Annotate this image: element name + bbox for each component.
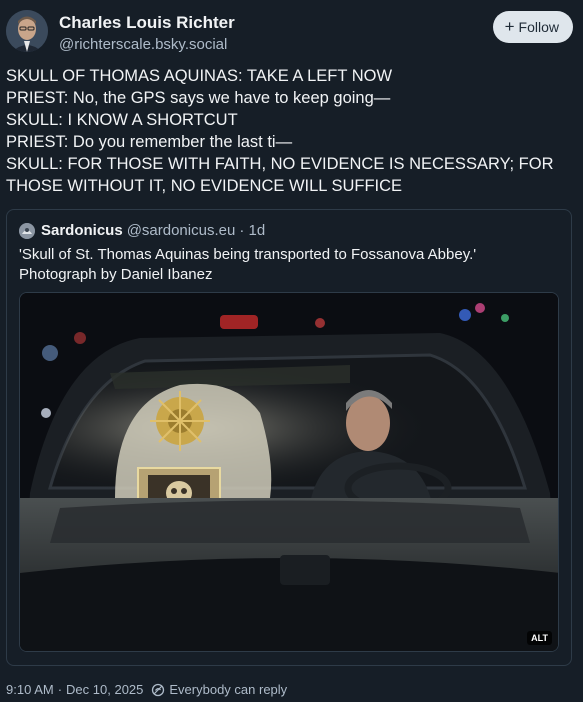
alt-text-badge[interactable]: ALT [527,631,552,645]
quoted-post-photo[interactable]: ALT [19,292,559,652]
post-line: PRIEST: Do you remember the last ti— [6,133,293,151]
author-avatar[interactable] [6,10,48,52]
post-text: SKULL OF THOMAS AQUINAS: TAKE A LEFT NOW… [6,65,573,197]
reply-setting[interactable]: Everybody can reply [169,682,287,697]
post-line: SKULL: I KNOW A SHORTCUT [6,111,238,129]
follow-button[interactable]: + Follow [492,11,573,43]
author-handle[interactable]: @richterscale.bsky.social [59,35,235,55]
follow-label: Follow [518,19,559,35]
quoted-author-name: Sardonicus [41,222,123,239]
post-time[interactable]: 9:10 AM [6,682,54,697]
post-footer: 9:10 AM · Dec 10, 2025 Everybody can rep… [6,682,287,697]
post-line: SKULL: FOR THOSE WITH FAITH, NO EVIDENCE… [6,155,554,173]
quoted-post[interactable]: Sardonicus @sardonicus.eu · 1d 'Skull of… [6,209,572,666]
footer-separator: · [57,682,63,697]
post-line: SKULL OF THOMAS AQUINAS: TAKE A LEFT NOW [6,67,393,85]
quoted-post-line: Photograph by Daniel Ibanez [19,266,213,283]
quoted-author-avatar [19,222,35,239]
plus-icon: + [504,17,515,36]
post-line: PRIEST: No, the GPS says we have to keep… [6,89,391,107]
post-header: Charles Louis Richter @richterscale.bsky… [6,10,573,54]
quoted-post-header: Sardonicus @sardonicus.eu · 1d [19,222,265,239]
author-name[interactable]: Charles Louis Richter [59,13,235,33]
quoted-post-text: 'Skull of St. Thomas Aquinas being trans… [19,245,561,285]
quoted-author-handle: @sardonicus.eu [126,222,236,239]
quoted-post-time: · 1d [239,222,266,239]
post-date[interactable]: Dec 10, 2025 [66,682,143,697]
quoted-post-line: 'Skull of St. Thomas Aquinas being trans… [19,246,477,263]
post-line: THOSE WITHOUT IT, NO EVIDENCE WILL SUFFI… [6,177,403,195]
reply-settings-icon [151,683,165,697]
